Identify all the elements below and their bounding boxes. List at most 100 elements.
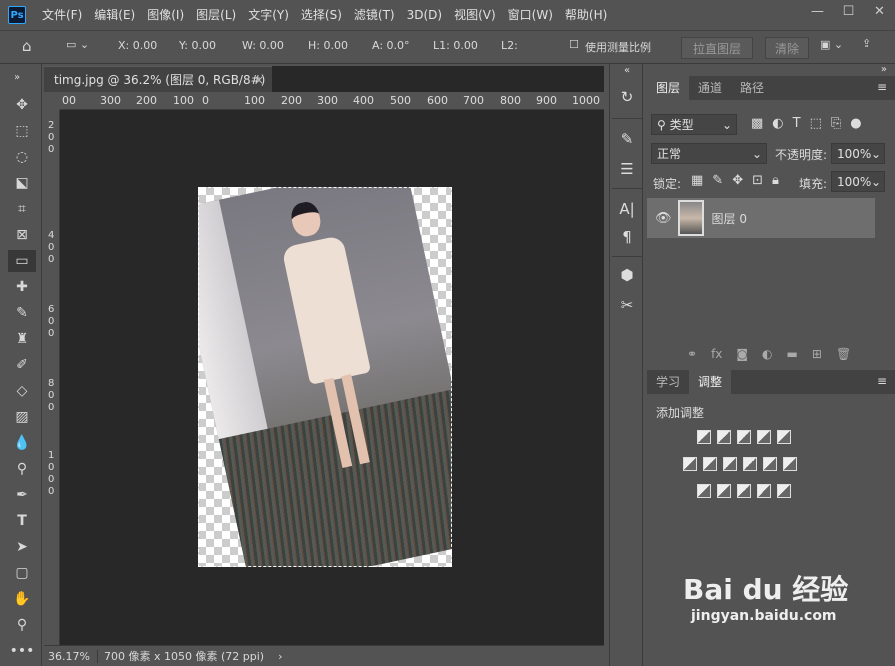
ruler-preset-icon[interactable]: ▭ ⌄ bbox=[66, 38, 89, 51]
frame-icon[interactable]: ⊠ bbox=[11, 224, 33, 246]
lock-all-icon[interactable]: 🔒︎ bbox=[772, 173, 779, 188]
adjust-filter-icon[interactable]: ◐ bbox=[772, 116, 783, 131]
tab-layers[interactable]: 图层 bbox=[647, 76, 690, 100]
canvas-area[interactable] bbox=[61, 110, 604, 645]
lasso-icon[interactable]: ◌ bbox=[11, 146, 33, 168]
type-icon[interactable]: T bbox=[11, 510, 33, 532]
gradient-icon[interactable]: ▨ bbox=[11, 406, 33, 428]
collapse-dock-icon[interactable]: « bbox=[616, 64, 638, 76]
chevron-right-icon[interactable]: › bbox=[278, 650, 282, 663]
share-icon[interactable]: ⇪ bbox=[862, 37, 871, 50]
menu-filter[interactable]: 滤镜(T) bbox=[348, 0, 401, 30]
healing-icon[interactable]: ✚ bbox=[11, 276, 33, 298]
tab-adjustments[interactable]: 调整 bbox=[689, 370, 732, 394]
lock-position-icon[interactable]: ✥ bbox=[732, 173, 743, 188]
hue-sat-icon[interactable] bbox=[683, 457, 697, 471]
blend-mode-select[interactable]: 正常 ⌄ bbox=[651, 143, 767, 164]
add-mask-icon[interactable]: ◙ bbox=[736, 347, 748, 361]
history-icon[interactable]: ↻ bbox=[616, 86, 638, 108]
shape-filter-icon[interactable]: ⬚ bbox=[810, 116, 822, 131]
brush-icon[interactable]: ✎ bbox=[11, 302, 33, 324]
new-layer-icon[interactable]: ⊞ bbox=[812, 347, 822, 361]
tab-paths[interactable]: 路径 bbox=[731, 76, 773, 100]
selective-color-icon[interactable] bbox=[757, 484, 771, 498]
fx-icon[interactable]: fx bbox=[711, 347, 722, 361]
minimize-icon[interactable]: — bbox=[802, 0, 833, 22]
menu-image[interactable]: 图像(I) bbox=[141, 0, 190, 30]
tools-preset-icon[interactable]: ✂ bbox=[616, 294, 638, 316]
invert-icon[interactable] bbox=[697, 484, 711, 498]
brush-settings-icon[interactable]: ✎ bbox=[616, 128, 638, 150]
filter-type-select[interactable]: ⚲ 类型 ⌄ bbox=[651, 114, 737, 135]
vibrance-icon[interactable] bbox=[777, 430, 791, 444]
menu-select[interactable]: 选择(S) bbox=[295, 0, 348, 30]
menu-window[interactable]: 窗口(W) bbox=[502, 0, 559, 30]
gradient-map-icon[interactable] bbox=[777, 484, 791, 498]
paragraph-icon[interactable]: ¶ bbox=[616, 226, 638, 248]
more-tools-icon[interactable]: ••• bbox=[10, 640, 35, 662]
menu-3d[interactable]: 3D(D) bbox=[401, 0, 448, 30]
posterize-icon[interactable] bbox=[717, 484, 731, 498]
properties-icon[interactable]: ☰ bbox=[616, 158, 638, 180]
visibility-eye-icon[interactable]: 👁︎ bbox=[655, 211, 672, 226]
layer-row[interactable]: 👁︎ 图层 0 bbox=[647, 198, 875, 238]
document-tab[interactable]: timg.jpg @ 36.2% (图层 0, RGB/8#) * × bbox=[44, 66, 272, 113]
use-scale-checkbox[interactable]: ☐ bbox=[569, 38, 579, 51]
horizontal-ruler[interactable]: 00 300 200 100 0 100 200 300 400 500 600… bbox=[60, 92, 604, 110]
tab-channels[interactable]: 通道 bbox=[689, 76, 731, 100]
pen-icon[interactable]: ✒ bbox=[11, 484, 33, 506]
new-group-icon[interactable]: ▬ bbox=[787, 347, 798, 361]
image-filter-icon[interactable]: ▩ bbox=[751, 116, 763, 131]
shape-icon[interactable]: ▢ bbox=[11, 562, 33, 584]
levels-icon[interactable] bbox=[717, 430, 731, 444]
color-balance-icon[interactable] bbox=[703, 457, 717, 471]
tab-learn[interactable]: 学习 bbox=[647, 370, 689, 394]
blur-icon[interactable]: 💧 bbox=[11, 432, 33, 454]
close-icon[interactable]: ✕ bbox=[864, 0, 895, 22]
delete-layer-icon[interactable]: 🗑︎ bbox=[836, 347, 851, 361]
marquee-icon[interactable]: ⬚ bbox=[11, 120, 33, 142]
curves-icon[interactable] bbox=[737, 430, 751, 444]
workspace-icon[interactable]: ▣ ⌄ bbox=[820, 38, 843, 51]
collapse-panels-icon[interactable]: » bbox=[881, 64, 887, 75]
menu-view[interactable]: 视图(V) bbox=[448, 0, 502, 30]
zoom-icon[interactable]: ⚲ bbox=[11, 614, 33, 636]
hand-icon[interactable]: ✋ bbox=[11, 588, 33, 610]
panel-menu-icon[interactable]: ≡ bbox=[877, 80, 887, 94]
menu-edit[interactable]: 编辑(E) bbox=[88, 0, 141, 30]
home-icon[interactable]: ⌂ bbox=[22, 37, 32, 55]
lock-paint-icon[interactable]: ✎ bbox=[712, 173, 723, 188]
character-icon[interactable]: A| bbox=[616, 198, 638, 220]
menu-layer[interactable]: 图层(L) bbox=[190, 0, 242, 30]
ruler-icon[interactable]: ▭ bbox=[8, 250, 36, 272]
link-layers-icon[interactable]: ⚭ bbox=[687, 347, 697, 361]
fill-input[interactable]: 100% ⌄ bbox=[831, 171, 885, 192]
lock-pixels-icon[interactable]: ▦ bbox=[691, 173, 703, 188]
dodge-icon[interactable]: ⚲ bbox=[11, 458, 33, 480]
history-brush-icon[interactable]: ✐ bbox=[11, 354, 33, 376]
menu-file[interactable]: 文件(F) bbox=[36, 0, 88, 30]
photo-filter-icon[interactable] bbox=[743, 457, 757, 471]
color-lookup-icon[interactable] bbox=[783, 457, 797, 471]
exposure-icon[interactable] bbox=[757, 430, 771, 444]
3d-icon[interactable]: ⬢ bbox=[616, 264, 638, 286]
menu-help[interactable]: 帮助(H) bbox=[559, 0, 613, 30]
menu-type[interactable]: 文字(Y) bbox=[242, 0, 295, 30]
eraser-icon[interactable]: ◇ bbox=[11, 380, 33, 402]
vertical-ruler[interactable]: 2 0 0 4 0 0 6 0 0 8 0 0 1 0 0 0 bbox=[44, 110, 60, 645]
black-white-icon[interactable] bbox=[723, 457, 737, 471]
path-select-icon[interactable]: ➤ bbox=[11, 536, 33, 558]
lock-artboard-icon[interactable]: ⊡ bbox=[752, 173, 763, 188]
panel-menu-icon[interactable]: ≡ bbox=[877, 374, 887, 388]
filter-toggle-icon[interactable]: ● bbox=[850, 116, 861, 131]
new-adjustment-icon[interactable]: ◐ bbox=[762, 347, 772, 361]
opacity-input[interactable]: 100% ⌄ bbox=[831, 143, 885, 164]
threshold-icon[interactable] bbox=[737, 484, 751, 498]
move-icon[interactable]: ✥ bbox=[11, 94, 33, 116]
object-select-icon[interactable]: ⬕ bbox=[11, 172, 33, 194]
close-tab-icon[interactable]: × bbox=[254, 67, 264, 93]
stamp-icon[interactable]: ♜ bbox=[11, 328, 33, 350]
crop-icon[interactable]: ⌗ bbox=[11, 198, 33, 220]
layer-name[interactable]: 图层 0 bbox=[712, 210, 747, 227]
channel-mixer-icon[interactable] bbox=[763, 457, 777, 471]
